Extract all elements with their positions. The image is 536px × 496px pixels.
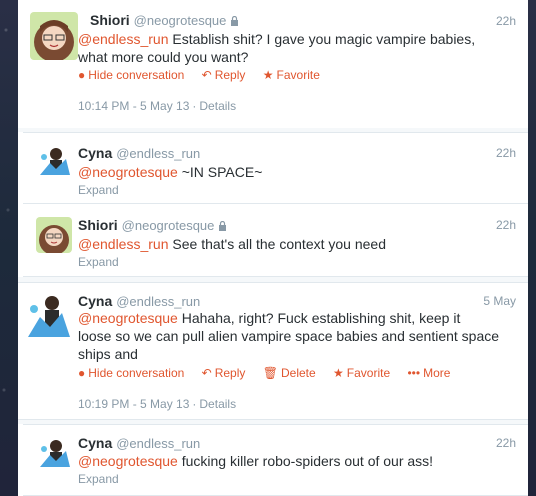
expand-link[interactable]: Expand <box>78 472 119 486</box>
favorite-button[interactable]: ★ Favorite <box>263 68 320 82</box>
comment-icon: ● <box>78 68 86 82</box>
reply-button[interactable]: ↶ Reply <box>202 366 246 380</box>
avatar-shiori[interactable] <box>36 217 72 253</box>
lock-icon <box>230 14 239 29</box>
tweet-actions: ● Hide conversation ↶ Reply 🗑 Delete ★ Favor… <box>78 366 464 380</box>
author-name[interactable]: Cyna <box>78 293 112 309</box>
more-button[interactable]: ••• More <box>407 366 450 380</box>
author-name[interactable]: Cyna <box>78 435 112 451</box>
comment-icon: ● <box>78 366 86 380</box>
author-handle[interactable]: @neogrotesque <box>134 13 227 28</box>
author-name[interactable]: Cyna <box>78 145 112 161</box>
tweet-reply-3[interactable]: Shiori @neogrotesque 22h @endless_run See… <box>23 205 528 277</box>
details-link[interactable]: Details <box>199 99 236 113</box>
mention-link[interactable]: @endless_run <box>78 236 169 252</box>
mention-link[interactable]: @neogrotesque <box>78 310 178 326</box>
star-icon: ★ <box>262 68 274 82</box>
author-handle[interactable]: @endless_run <box>116 146 200 161</box>
tweet-timestamp[interactable]: 10:19 PM - 5 May 13 <box>78 397 189 411</box>
tweet-time[interactable]: 22h <box>496 14 516 28</box>
tweet-time[interactable]: 5 May <box>483 294 516 308</box>
expand-link[interactable]: Expand <box>78 183 119 197</box>
tweet-header: Cyna @endless_run <box>78 435 200 451</box>
tweet-meta: 10:19 PM - 5 May 13 · Details <box>78 397 237 411</box>
tweet-timestamp[interactable]: 10:14 PM - 5 May 13 <box>78 99 189 113</box>
tweet-expanded-1[interactable]: Shiori @neogrotesque 22h @endless_run Est… <box>18 0 528 128</box>
details-link[interactable]: Details <box>199 397 236 411</box>
tweet-reply-5[interactable]: Cyna @endless_run 22h @neogrotesque fucki… <box>23 424 528 496</box>
hide-conversation-button[interactable]: ● Hide conversation <box>78 68 184 82</box>
tweet-reply-2[interactable]: Cyna @endless_run 22h @neogrotesque ~IN S… <box>23 132 528 204</box>
trash-icon: 🗑 <box>262 366 278 380</box>
tweet-text: @endless_run Establish shit? I gave you … <box>78 31 476 65</box>
tweet-header: Shiori @neogrotesque <box>78 217 227 234</box>
avatar-cyna[interactable] <box>36 145 72 181</box>
tweet-header: Cyna @endless_run <box>78 145 200 161</box>
tweet-text: @endless_run See that's all the context … <box>78 236 386 252</box>
tweet-expanded-4[interactable]: Cyna @endless_run 5 May @neogrotesque Hah… <box>18 282 528 420</box>
mention-link[interactable]: @endless_run <box>78 31 169 47</box>
tweet-time[interactable]: 22h <box>496 218 516 232</box>
tweet-time[interactable]: 22h <box>496 146 516 160</box>
author-handle[interactable]: @neogrotesque <box>122 218 215 233</box>
hide-conversation-button[interactable]: ● Hide conversation <box>78 366 184 380</box>
mention-link[interactable]: @neogrotesque <box>78 453 178 469</box>
author-handle[interactable]: @endless_run <box>116 436 200 451</box>
tweet-time[interactable]: 22h <box>496 436 516 450</box>
expand-link[interactable]: Expand <box>78 255 119 269</box>
conversation-timeline: Shiori @neogrotesque 22h @endless_run Est… <box>18 0 528 496</box>
lock-icon <box>218 219 227 234</box>
avatar-cyna[interactable] <box>36 437 72 473</box>
tweet-header: Shiori @neogrotesque <box>90 12 239 29</box>
delete-button[interactable]: 🗑 Delete <box>263 366 316 380</box>
tweet-text: @neogrotesque Hahaha, right? Fuck establ… <box>78 310 500 362</box>
reply-arrow-icon: ↶ <box>201 68 212 82</box>
avatar-cyna[interactable] <box>24 293 72 341</box>
author-name[interactable]: Shiori <box>90 12 130 28</box>
reply-arrow-icon: ↶ <box>201 366 212 380</box>
author-name[interactable]: Shiori <box>78 217 118 233</box>
favorite-button[interactable]: ★ Favorite <box>333 366 390 380</box>
author-handle[interactable]: @endless_run <box>116 294 200 309</box>
tweet-text: @neogrotesque ~IN SPACE~ <box>78 164 263 180</box>
tweet-header: Cyna @endless_run <box>78 293 200 309</box>
tweet-text: @neogrotesque fucking killer robo-spider… <box>78 453 434 469</box>
avatar-shiori[interactable] <box>30 12 78 60</box>
mention-link[interactable]: @neogrotesque <box>78 164 178 180</box>
tweet-meta: 10:14 PM - 5 May 13 · Details <box>78 99 237 113</box>
reply-button[interactable]: ↶ Reply <box>202 68 246 82</box>
tweet-actions: ● Hide conversation ↶ Reply ★ Favorite <box>78 68 334 82</box>
star-icon: ★ <box>333 366 344 380</box>
dots-icon: ••• <box>407 366 421 380</box>
